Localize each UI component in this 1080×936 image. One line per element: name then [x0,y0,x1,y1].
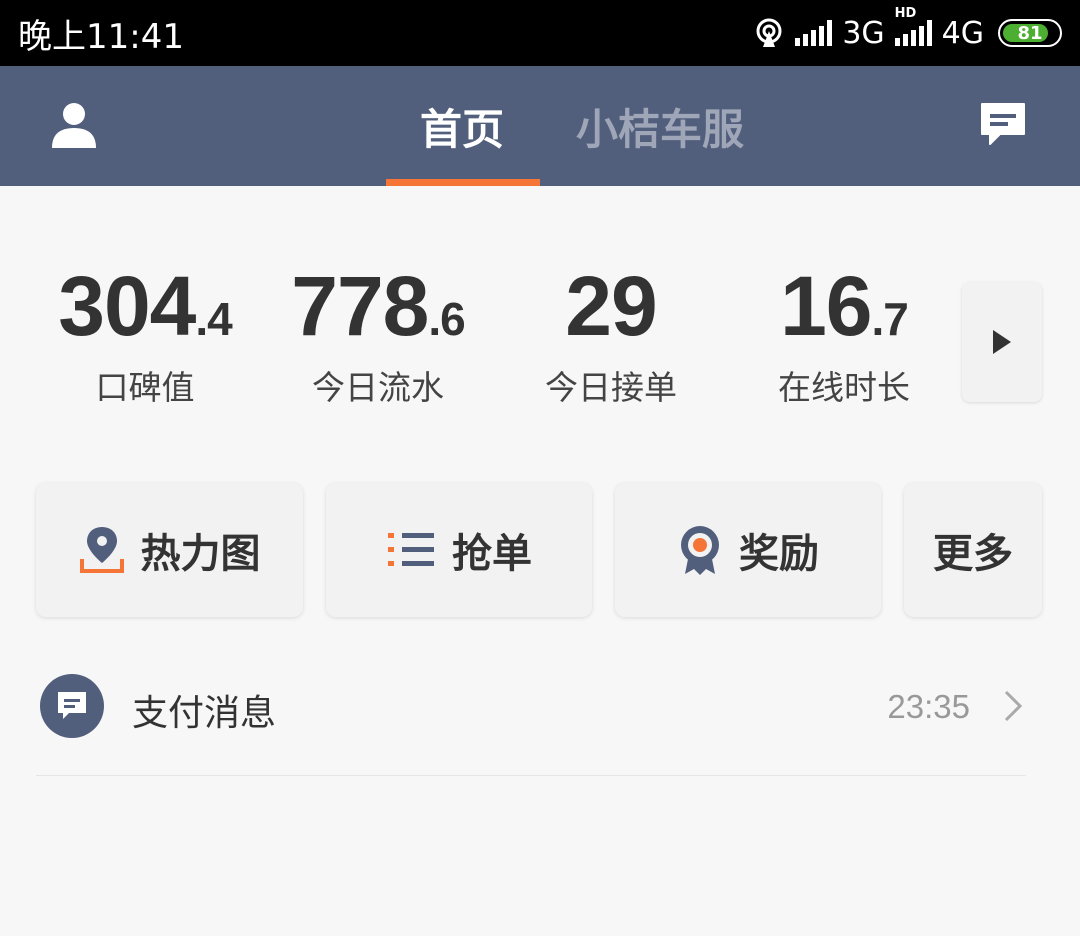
tab-home[interactable]: 首页 [420,96,504,157]
message-title: 支付消息 [132,693,277,734]
hd-tag: HD [894,6,917,21]
chevron-right-icon [1004,690,1023,722]
battery-level: 81 [1017,22,1043,44]
rewards-button[interactable]: 奖励 [615,483,881,617]
list-icon [388,533,434,566]
stat-value: 304.4 [58,259,233,353]
stat-label: 在线时长 [778,368,910,407]
chat-icon[interactable] [978,100,1028,150]
grab-order-label: 抢单 [452,531,532,577]
signal-icon [795,20,833,46]
message-avatar [40,674,104,738]
more-button[interactable]: 更多 [904,483,1042,617]
stat-label: 今日接单 [545,368,677,407]
stat-online-hours[interactable]: 16.7 在线时长 [744,258,944,409]
status-indicators: 3G HD 4G 81 [753,6,1062,51]
chat-icon [58,692,86,719]
signal-icon-hd: HD [894,6,932,46]
stat-label: 今日流水 [312,368,444,407]
more-label: 更多 [933,531,1013,577]
tab-xiaoju-service[interactable]: 小桔车服 [576,96,744,157]
network-3g: 3G [842,15,885,51]
rewards-label: 奖励 [739,531,819,577]
stat-today-orders[interactable]: 29 今日接单 [511,258,711,409]
grab-order-button[interactable]: 抢单 [326,483,592,617]
heatmap-label: 热力图 [140,531,261,577]
stat-today-income[interactable]: 778.6 今日流水 [278,258,478,409]
stat-value: 778.6 [291,259,466,353]
payment-message-row[interactable]: 支付消息 23:35 [36,670,1026,776]
stats-next-button[interactable] [962,282,1042,402]
battery-icon: 81 [998,19,1062,47]
medal-icon [681,526,719,575]
stat-value: 16.7 [780,259,909,353]
status-bar: 晚上11:41 3G HD 4G 81 [0,0,1080,66]
heatmap-button[interactable]: 热力图 [36,483,303,617]
stat-value: 29 [565,259,657,353]
network-4g: 4G [941,15,984,51]
message-time: 23:35 [887,688,970,725]
active-tab-indicator [386,179,540,186]
stat-reputation[interactable]: 304.4 口碑值 [45,258,245,409]
app-header: 首页 小桔车服 [0,66,1080,186]
location-pin-icon [79,527,124,573]
hotspot-icon [756,18,782,47]
status-time: 晚上11:41 [18,16,184,57]
play-arrow-icon [993,330,1011,354]
user-icon[interactable] [50,100,98,150]
stat-label: 口碑值 [95,368,195,407]
